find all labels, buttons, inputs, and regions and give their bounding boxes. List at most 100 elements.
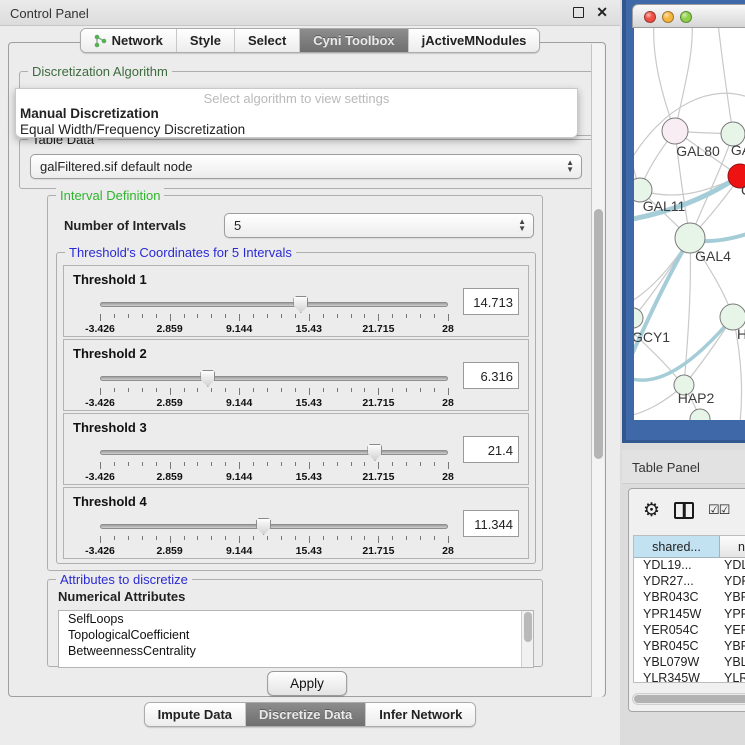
cell-shared-name[interactable]: YER054C [634,623,720,639]
cell-name[interactable]: YDL1 [720,558,745,574]
slider-track[interactable] [100,302,448,307]
table-horizontal-scrollbar[interactable] [632,693,745,705]
tab-select[interactable]: Select [235,29,300,52]
cell-name[interactable]: YER0 [720,623,745,639]
tab-cyni-toolbox[interactable]: Cyni Toolbox [300,29,408,52]
gear-icon[interactable]: ⚙ [643,499,660,522]
cell-shared-name[interactable]: YDR27... [634,574,720,590]
slider-tick-label: 28 [442,471,454,483]
attribute-item[interactable]: BetweennessCentrality [59,643,533,659]
slider-tick-label: 9.144 [226,397,252,409]
slider-tick [142,462,143,466]
threshold-slider[interactable]: -3.4262.8599.14415.4321.71528 [100,296,448,336]
float-window-icon[interactable] [573,7,584,18]
cell-shared-name[interactable]: YBL079W [634,655,720,671]
threshold-value-field[interactable]: 14.713 [463,288,519,315]
table-data-group: Table Data galFiltered.sif default node … [19,139,597,189]
table-data-combo[interactable]: galFiltered.sif default node ▲▼ [30,154,582,179]
column-header-shared-name[interactable]: shared... [634,536,720,558]
cell-name[interactable]: YBR0 [720,590,745,606]
slider-thumb[interactable] [200,370,215,387]
table-row[interactable]: YBL079WYBL0 [634,655,745,671]
threshold-value-field[interactable]: 11.344 [463,510,519,537]
checkbox-columns-icon[interactable]: ☑☑ [708,502,729,518]
network-node[interactable] [634,308,643,328]
group-title: Threshold's Coordinates for 5 Intervals [65,245,296,260]
algorithm-option-equal-width[interactable]: Equal Width/Frequency Discretization [18,122,562,137]
network-window-titlebar[interactable] [632,4,745,28]
slider-tick [114,462,115,466]
table-row[interactable]: YER054CYER0 [634,623,745,639]
thresholds-group: Threshold's Coordinates for 5 Intervals … [56,252,536,564]
close-icon[interactable]: ✕ [596,4,608,21]
cell-shared-name[interactable]: YBR045C [634,639,720,655]
cell-name[interactable]: YPR1 [720,607,745,623]
num-intervals-value: 5 [234,218,241,233]
threshold-slider[interactable]: -3.4262.8599.14415.4321.71528 [100,518,448,558]
network-canvas[interactable]: GAL80GAGAL11CGAL4GCY1HHAP2 [634,28,745,420]
tab-jactivemnodules[interactable]: jActiveMNodules [409,29,540,52]
close-traffic-light[interactable] [644,11,656,23]
cell-shared-name[interactable]: YDL19... [634,558,720,574]
attribute-item[interactable]: TopologicalCoefficient [59,627,533,643]
network-node-label: GAL4 [695,248,731,264]
cell-name[interactable]: YLR3 [720,671,745,683]
slider-tick [142,388,143,392]
zoom-traffic-light[interactable] [680,11,692,23]
tab-network[interactable]: Network [81,29,177,52]
slider-tick [448,536,449,543]
cell-name[interactable]: YBL0 [720,655,745,671]
attribute-item[interactable]: SelfLoops [59,611,533,627]
algorithm-hint: Select algorithm to view settings [16,91,577,106]
tab-impute-data[interactable]: Impute Data [145,703,246,726]
cell-shared-name[interactable]: YLR345W [634,671,720,683]
table-row[interactable]: YBR043CYBR0 [634,590,745,606]
table-row[interactable]: YDL19...YDL1 [634,558,745,574]
tab-infer-network[interactable]: Infer Network [366,703,475,726]
attributes-scrollbar[interactable] [521,611,533,667]
cell-name[interactable]: YDR2 [720,574,745,590]
slider-track[interactable] [100,450,448,455]
slider-tick [211,388,212,392]
tab-style[interactable]: Style [177,29,235,52]
num-intervals-label: Number of Intervals [64,218,186,233]
apply-button[interactable]: Apply [267,671,347,696]
threshold-value-field[interactable]: 21.4 [463,436,519,463]
table-row[interactable]: YPR145WYPR1 [634,607,745,623]
panel-vertical-scrollbar[interactable] [591,44,604,697]
slider-tick [142,314,143,318]
network-node[interactable] [690,409,710,420]
tab-discretize-data[interactable]: Discretize Data [246,703,366,726]
slider-tick [364,536,365,540]
algorithm-option-manual[interactable]: Manual Discretization [18,106,562,121]
slider-tick [197,536,198,540]
slider-tick [100,536,101,543]
slider-tick [100,462,101,469]
threshold-slider[interactable]: -3.4262.8599.14415.4321.71528 [100,370,448,410]
slider-tick [239,462,240,469]
cell-name[interactable]: YBR0 [720,639,745,655]
column-header-name[interactable]: na [720,536,745,558]
network-edge [718,28,733,134]
threshold-slider[interactable]: -3.4262.8599.14415.4321.71528 [100,444,448,484]
table-row[interactable]: YLR345WYLR3 [634,671,745,683]
split-view-icon[interactable] [674,502,694,519]
slider-tick [351,314,352,318]
slider-thumb[interactable] [367,444,382,461]
slider-track[interactable] [100,376,448,381]
slider-tick-label: -3.426 [85,545,115,557]
slider-thumb[interactable] [293,296,308,313]
slider-track[interactable] [100,524,448,529]
table-row[interactable]: YBR045CYBR0 [634,639,745,655]
network-node[interactable] [662,118,688,144]
tab-label: Style [190,33,221,48]
num-intervals-combo[interactable]: 5 ▲▼ [224,213,534,238]
table-panel: ⚙ ☑☑ shared... na YDL19...YDL1YDR27...YD… [628,488,745,712]
cell-shared-name[interactable]: YPR145W [634,607,720,623]
threshold-value-field[interactable]: 6.316 [463,362,519,389]
table-row[interactable]: YDR27...YDR2 [634,574,745,590]
slider-thumb[interactable] [256,518,271,535]
network-node-label: C [741,182,745,198]
minimize-traffic-light[interactable] [662,11,674,23]
cell-shared-name[interactable]: YBR043C [634,590,720,606]
